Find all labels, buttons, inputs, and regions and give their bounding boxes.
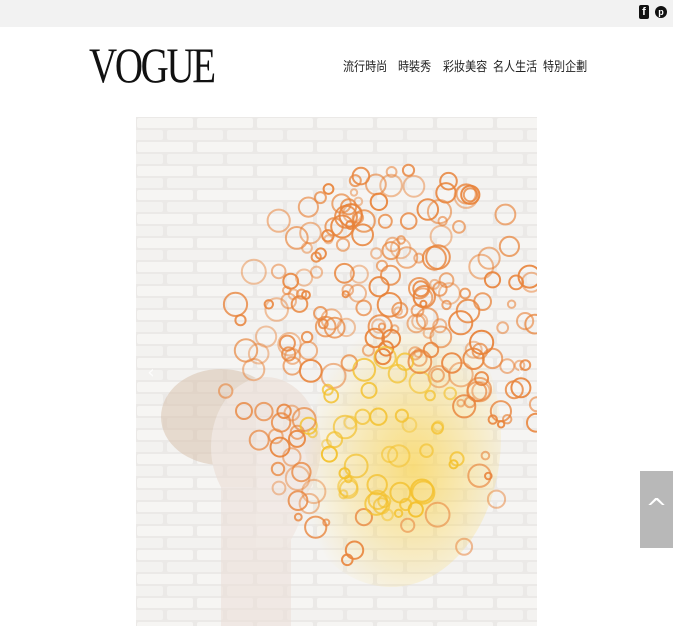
nav-item-celebrity[interactable]: 名人生活	[493, 56, 537, 75]
nav-item-special[interactable]: 特別企劃	[543, 56, 587, 75]
carousel-next-button[interactable]: ›	[512, 358, 530, 388]
main-nav: 流行時尚 時裝秀 彩妝美容 名人生活 特別企劃	[0, 56, 673, 78]
nav-item-runway[interactable]: 時裝秀	[398, 56, 431, 75]
hero-image	[136, 117, 537, 626]
hero-illustration	[136, 117, 537, 626]
back-to-top-button[interactable]: ^	[640, 471, 673, 548]
nav-item-beauty[interactable]: 彩妝美容	[443, 56, 487, 75]
nav-item-fashion[interactable]: 流行時尚	[343, 56, 387, 75]
facebook-icon[interactable]: f	[638, 4, 650, 20]
pinterest-icon[interactable]: p	[655, 4, 667, 20]
carousel-prev-button[interactable]: ‹	[142, 358, 160, 388]
top-utility-bar: f p	[0, 0, 673, 27]
